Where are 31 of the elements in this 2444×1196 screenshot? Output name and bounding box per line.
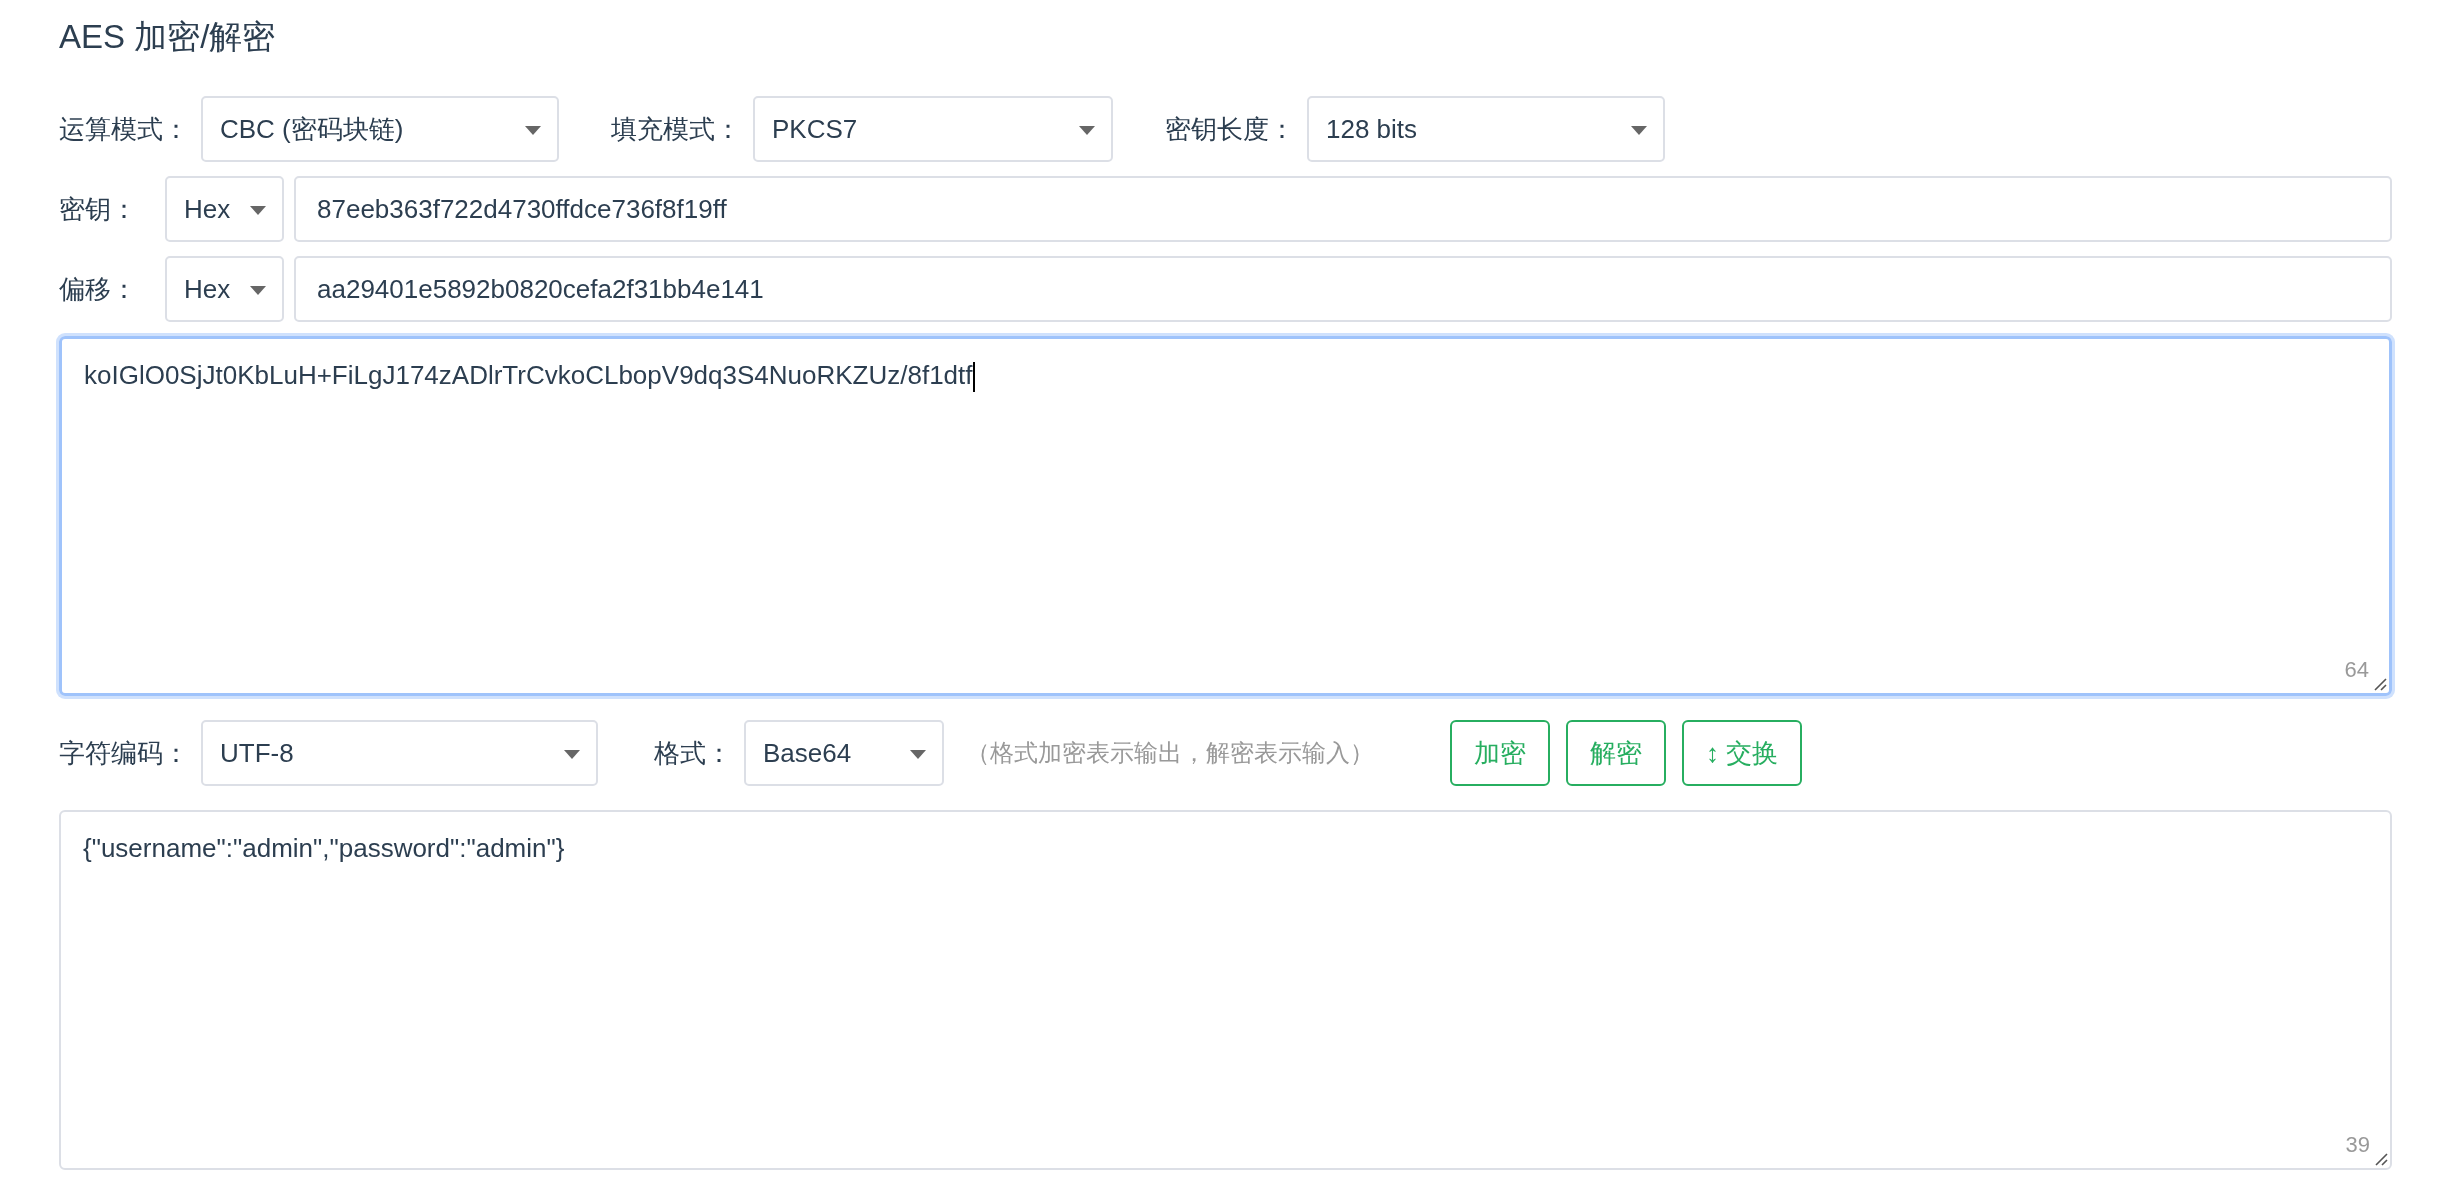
option-label: 密钥长度： bbox=[1165, 112, 1295, 146]
format-select[interactable]: Base64 bbox=[744, 720, 944, 786]
key-label: 密钥： bbox=[59, 192, 137, 226]
caret-icon bbox=[250, 286, 266, 295]
option-label: 运算模式： bbox=[59, 112, 189, 146]
key-field[interactable]: 87eeb363f722d4730ffdce736f8f19ff bbox=[294, 176, 2392, 242]
caret-icon bbox=[250, 206, 266, 215]
charset-select[interactable]: UTF-8 bbox=[201, 720, 598, 786]
plaintext-field[interactable]: {"username":"admin","password":"admin"} 39 bbox=[59, 810, 2392, 1170]
character-count: 39 bbox=[2345, 1131, 2370, 1160]
character-count: 64 bbox=[2344, 656, 2369, 685]
format-label: 格式： bbox=[654, 736, 732, 770]
caret-icon bbox=[1631, 126, 1647, 135]
caret-icon bbox=[564, 750, 580, 759]
option-select[interactable]: PKCS7 bbox=[753, 96, 1113, 162]
caret-icon bbox=[910, 750, 926, 759]
format-hint: （格式加密表示输出，解密表示输入） bbox=[966, 738, 1374, 768]
iv-label: 偏移： bbox=[59, 272, 137, 306]
page-title: AES 加密/解密 bbox=[59, 17, 277, 57]
iv-field[interactable]: aa29401e5892b0820cefa2f31bb4e141 bbox=[294, 256, 2392, 322]
option-select[interactable]: CBC (密码块链) bbox=[201, 96, 559, 162]
resize-grip-icon[interactable] bbox=[2373, 677, 2387, 691]
caret-icon bbox=[1079, 126, 1095, 135]
iv-encoding-select[interactable]: Hex bbox=[165, 256, 284, 322]
resize-grip-icon[interactable] bbox=[2374, 1152, 2388, 1166]
option-select[interactable]: 128 bits bbox=[1307, 96, 1665, 162]
caret-icon bbox=[525, 126, 541, 135]
ciphertext-field[interactable]: koIGlO0SjJt0KbLuH+FiLgJ174zADlrTrCvkoCLbopV9dq3S4NuoRKZUz/8f1dtf 64 bbox=[59, 336, 2392, 696]
charset-label: 字符编码： bbox=[59, 736, 189, 770]
option-label: 填充模式： bbox=[611, 112, 741, 146]
key-encoding-select[interactable]: Hex bbox=[165, 176, 284, 242]
